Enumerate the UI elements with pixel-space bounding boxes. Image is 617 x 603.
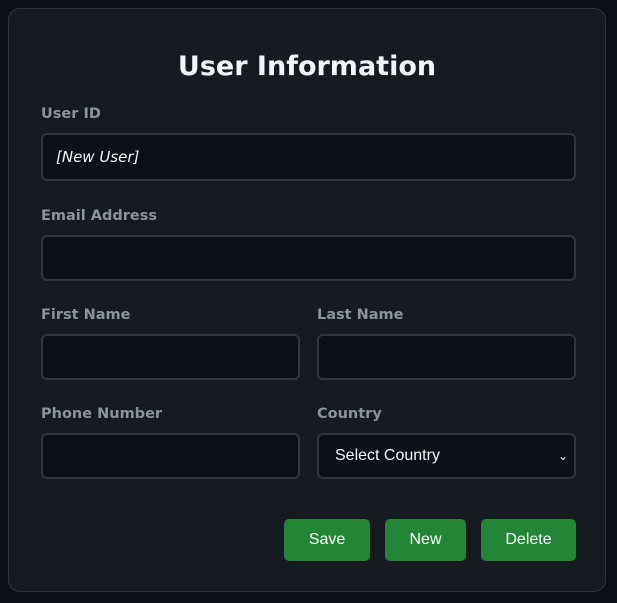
new-button[interactable]: New [385, 519, 466, 561]
first-name-field[interactable] [41, 334, 300, 380]
first-name-label: First Name [41, 307, 131, 323]
country-selected-value: Select Country [335, 447, 440, 464]
last-name-label: Last Name [317, 307, 404, 323]
email-label: Email Address [41, 208, 158, 224]
save-button[interactable]: Save [284, 519, 370, 561]
phone-field[interactable] [41, 433, 300, 479]
delete-button[interactable]: Delete [481, 519, 576, 561]
phone-label: Phone Number [41, 406, 163, 422]
chevron-down-icon: ⌄ [557, 449, 568, 463]
page-title: User Information [177, 51, 437, 82]
country-select[interactable]: Select Country ⌄ [317, 433, 576, 479]
user-id-label: User ID [41, 106, 101, 122]
user-id-field[interactable]: [New User] [41, 133, 576, 181]
country-label: Country [317, 406, 382, 422]
user-form-card: User Information User ID [New User] Emai… [8, 8, 606, 592]
last-name-field[interactable] [317, 334, 576, 380]
email-field[interactable] [41, 235, 576, 281]
